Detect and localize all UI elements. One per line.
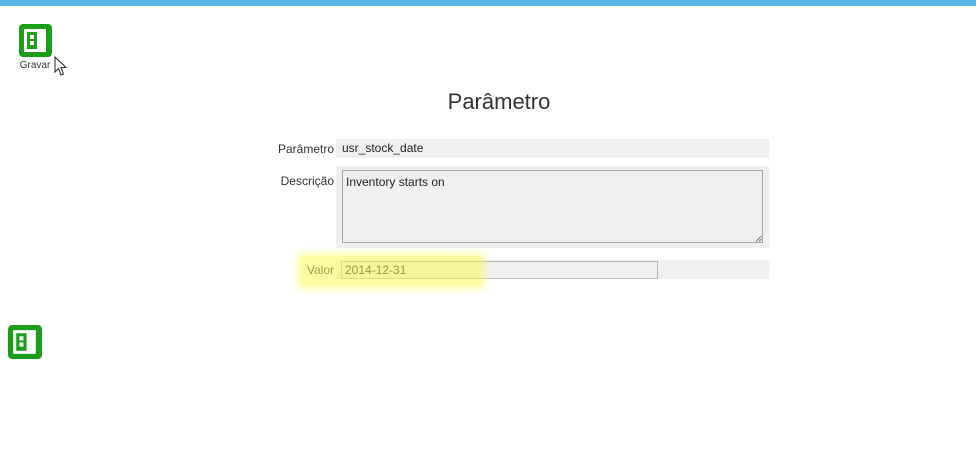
description-textarea[interactable]: Inventory starts on	[342, 170, 763, 243]
save-icon	[18, 24, 52, 57]
param-label: Parâmetro	[277, 142, 334, 156]
mouse-cursor-icon	[54, 56, 68, 76]
top-bar	[0, 0, 976, 6]
save-button-bottom[interactable]	[8, 325, 42, 359]
save-label: Gravar	[19, 60, 51, 71]
valor-input[interactable]: 2014-12-31	[341, 261, 658, 279]
valor-label: Valor	[306, 263, 334, 277]
param-value: usr_stock_date	[342, 141, 424, 155]
desc-label: Descrição	[280, 174, 334, 188]
resize-grip-icon[interactable]	[755, 235, 762, 242]
page-title: Parâmetro	[447, 89, 551, 114]
save-icon	[8, 325, 42, 359]
save-button[interactable]: Gravar	[13, 24, 57, 71]
